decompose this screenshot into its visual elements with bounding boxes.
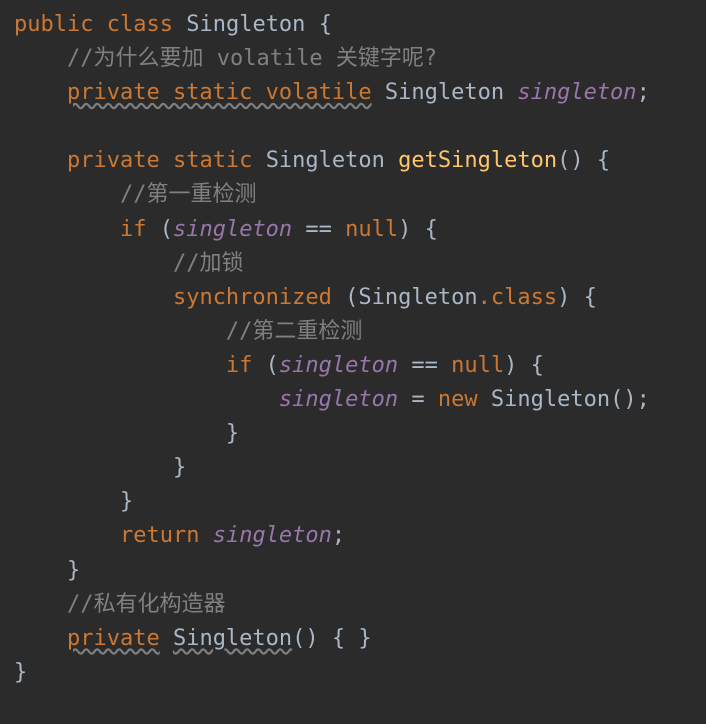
keyword-synchronized: synchronized [173, 285, 332, 310]
code-line: //为什么要加 volatile 关键字呢? [14, 46, 437, 71]
brace-close: } [120, 489, 133, 514]
modifiers: private static volatile [67, 80, 372, 105]
parens: () [292, 626, 319, 651]
semicolon: ; [637, 80, 650, 105]
parens: () [557, 148, 584, 173]
blank-line [14, 114, 27, 139]
var-ref: singleton [213, 523, 332, 548]
paren-close: ) [504, 353, 517, 378]
brace: { [319, 12, 332, 37]
code-line: } [14, 558, 80, 583]
keyword-static: static [173, 148, 252, 173]
field-var: singleton [517, 80, 636, 105]
semicolon: ; [637, 387, 650, 412]
class-name: Singleton [186, 12, 305, 37]
code-line: } [14, 455, 186, 480]
code-line: //加锁 [14, 251, 243, 276]
brace-close: } [67, 558, 80, 583]
code-line: //第二重检测 [14, 319, 362, 344]
code-line: //私有化构造器 [14, 592, 225, 617]
code-line: public class Singleton { [14, 12, 332, 37]
keyword-if: if [226, 353, 253, 378]
constructor-name: Singleton [173, 626, 292, 651]
code-line: if (singleton == null) { [14, 353, 544, 378]
paren-open: ( [266, 353, 279, 378]
keyword-null: null [451, 353, 504, 378]
semicolon: ; [332, 523, 345, 548]
dot-class: .class [478, 285, 557, 310]
brace: { [584, 285, 597, 310]
code-line: return singleton; [14, 523, 345, 548]
paren-open: ( [160, 217, 173, 242]
var-ref: singleton [173, 217, 292, 242]
comment: //第二重检测 [226, 319, 363, 344]
method-name: getSingleton [398, 148, 557, 173]
comment: //私有化构造器 [67, 592, 226, 617]
brace: { [425, 217, 438, 242]
code-line: } [14, 421, 239, 446]
return-type: Singleton [266, 148, 385, 173]
keyword-private: private [67, 626, 160, 651]
brace: { [531, 353, 544, 378]
code-line: if (singleton == null) { [14, 217, 438, 242]
code-line: singleton = new Singleton(); [14, 387, 650, 412]
code-line: } [14, 489, 133, 514]
brace-close: } [14, 660, 27, 685]
paren-open: ( [345, 285, 358, 310]
eqeq: == [398, 353, 451, 378]
code-line: synchronized (Singleton.class) { [14, 285, 597, 310]
code-line: private Singleton() { } [14, 626, 372, 651]
brace-close: } [173, 455, 186, 480]
comment: //加锁 [173, 251, 244, 276]
type-name: Singleton [385, 80, 504, 105]
brace-body: { } [332, 626, 372, 651]
keyword-if: if [120, 217, 147, 242]
code-line: private static volatile Singleton single… [14, 80, 650, 105]
brace-close: } [226, 421, 239, 446]
keyword-public: public [14, 12, 93, 37]
code-line: //第一重检测 [14, 182, 256, 207]
var-ref: singleton [279, 387, 398, 412]
parens: () [610, 387, 637, 412]
keyword-return: return [120, 523, 199, 548]
paren-close: ) [398, 217, 411, 242]
code-line: private static Singleton getSingleton() … [14, 148, 610, 173]
keyword-new: new [438, 387, 478, 412]
comment: //第一重检测 [120, 182, 257, 207]
keyword-private: private [67, 148, 160, 173]
brace: { [597, 148, 610, 173]
ctor-call: Singleton [491, 387, 610, 412]
keyword-class: class [107, 12, 173, 37]
code-editor: public class Singleton { //为什么要加 volatil… [0, 0, 706, 698]
comment: //为什么要加 volatile 关键字呢? [67, 46, 437, 71]
assign: = [398, 387, 438, 412]
class-ref: Singleton [358, 285, 477, 310]
keyword-null: null [345, 217, 398, 242]
eqeq: == [292, 217, 345, 242]
code-line: } [14, 660, 27, 685]
var-ref: singleton [279, 353, 398, 378]
paren-close: ) [557, 285, 570, 310]
